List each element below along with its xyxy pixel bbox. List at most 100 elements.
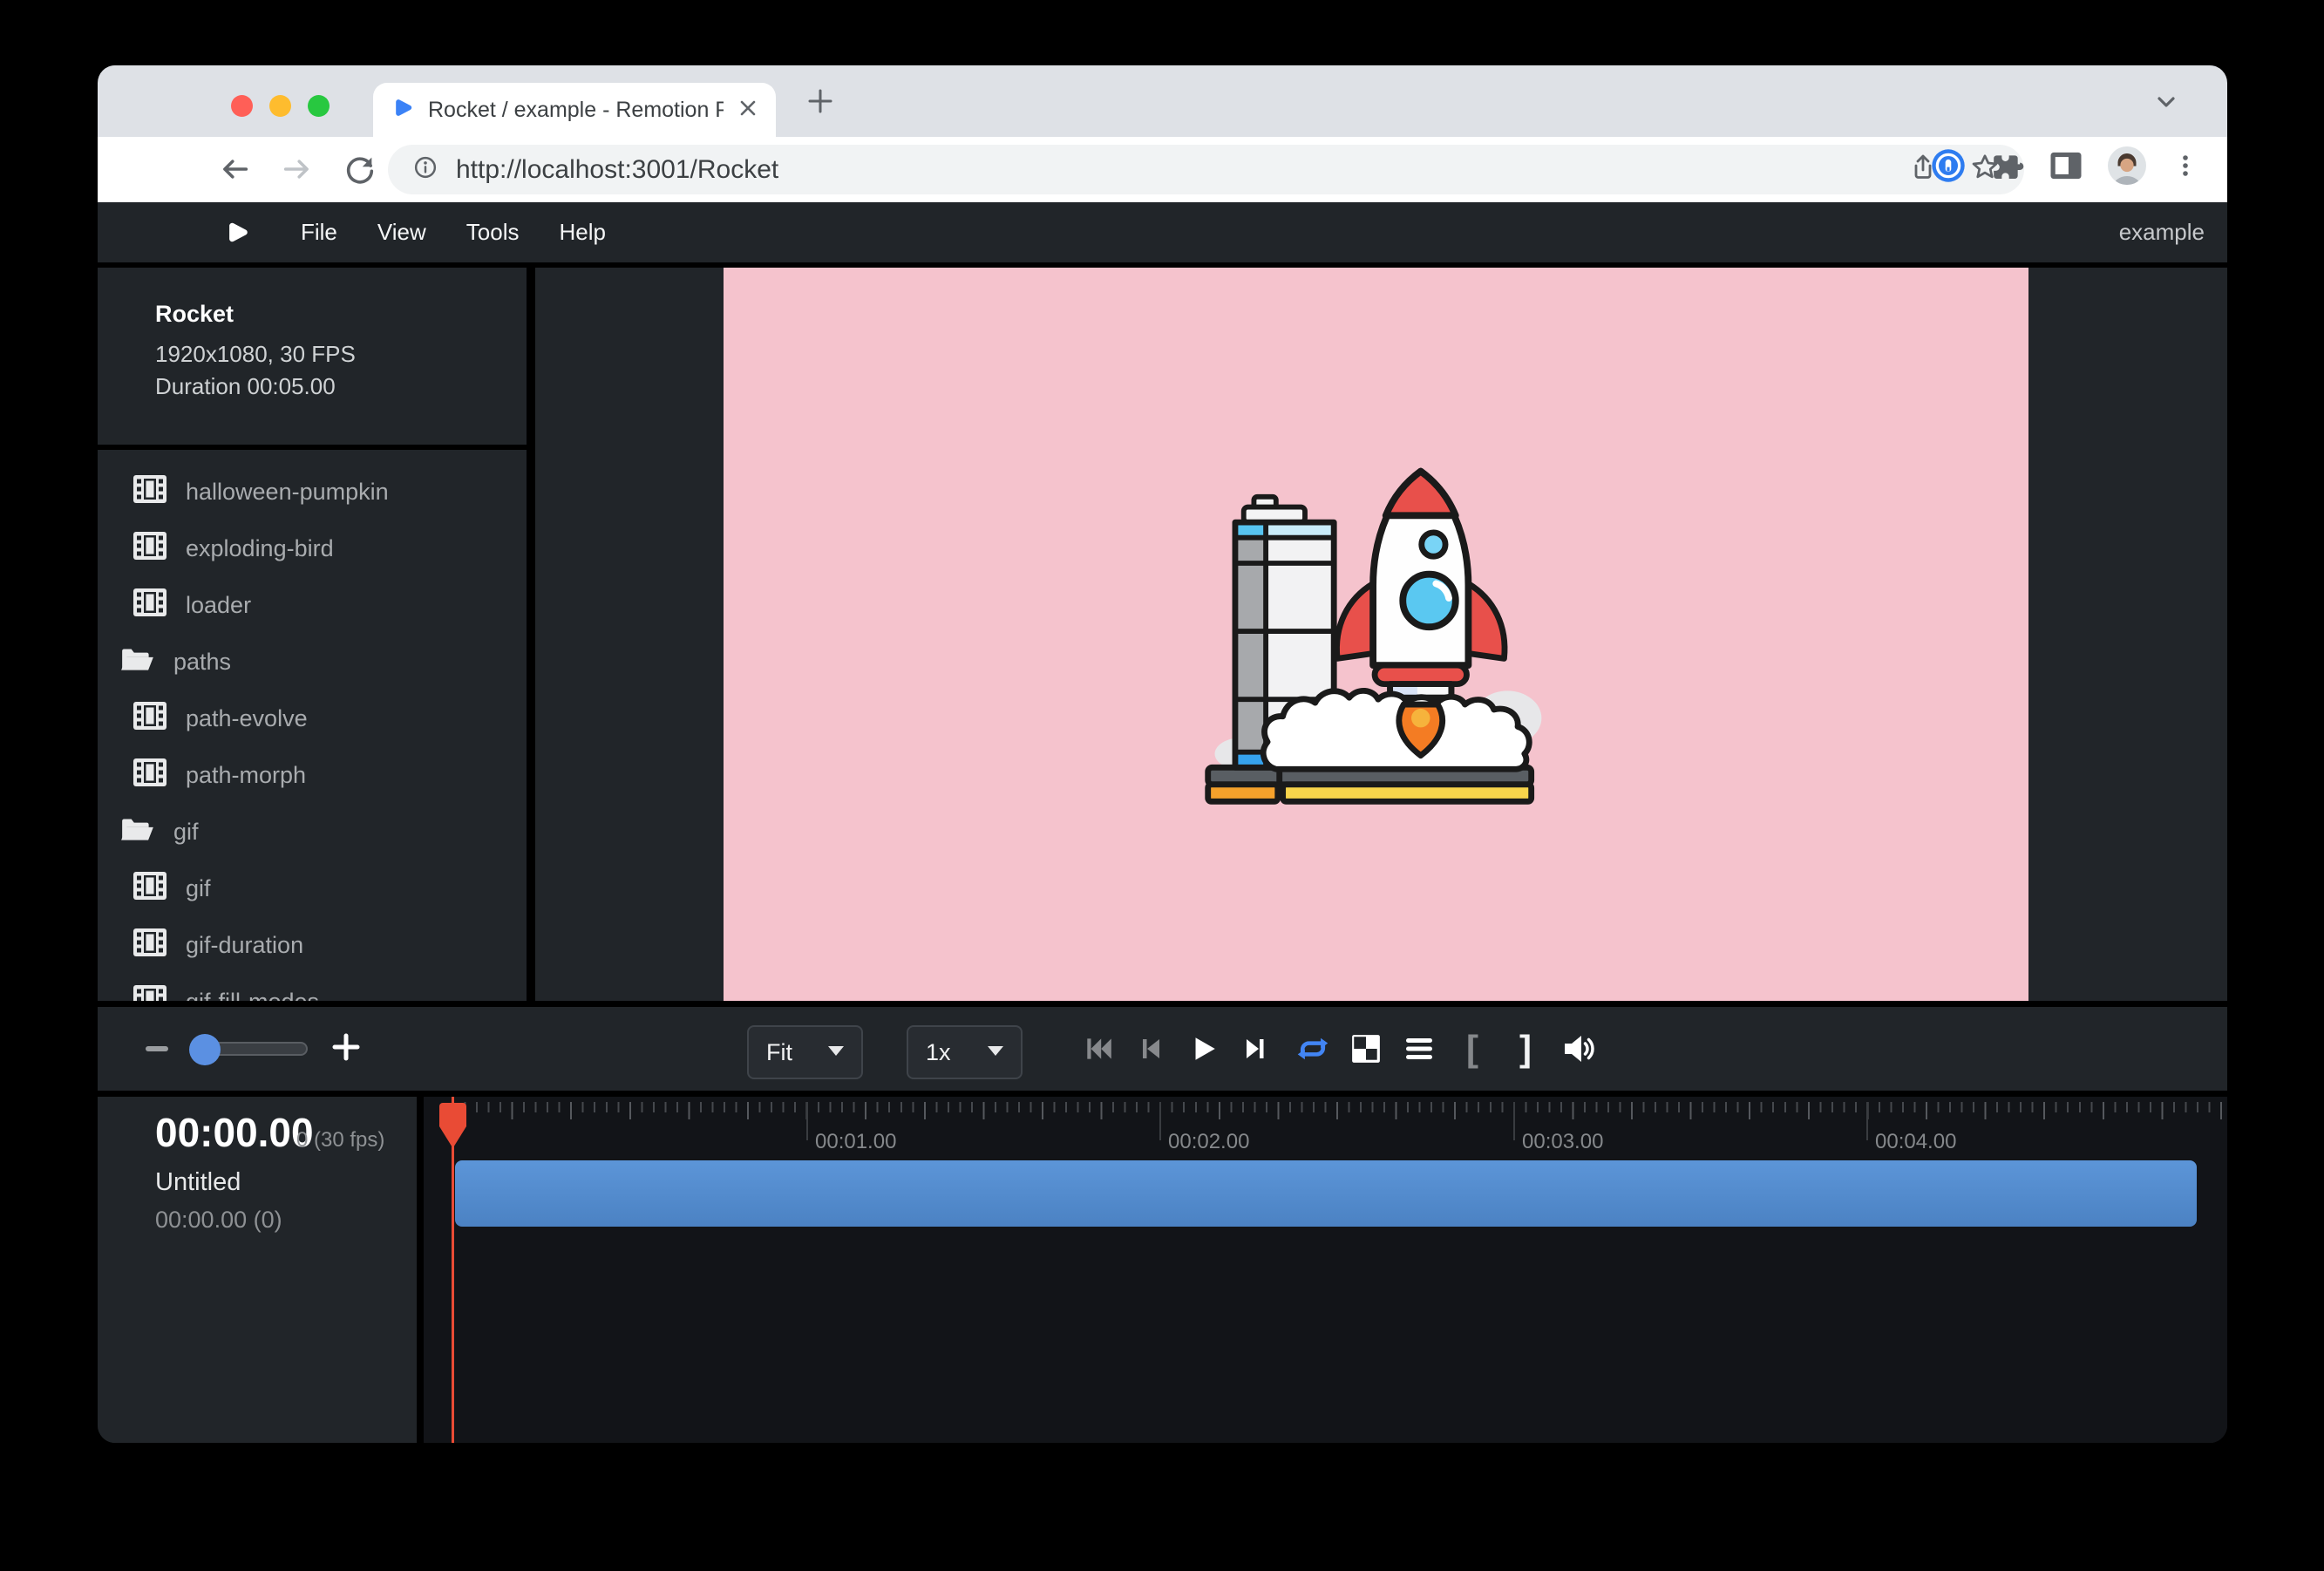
composition-label: loader	[186, 592, 251, 619]
menu-file[interactable]: File	[301, 219, 337, 246]
browser-menu-kebab-icon[interactable]	[2170, 148, 2201, 187]
composition-duration: Duration 00:05.00	[155, 371, 527, 403]
composition-item-gif-fill-modes[interactable]: gif-fill-modes	[98, 974, 527, 1001]
ruler-second-tick	[1159, 1102, 1161, 1140]
composition-item-loader[interactable]: loader	[98, 577, 527, 634]
rocket-illustration	[1198, 456, 1555, 813]
preview-area	[535, 268, 2227, 1001]
close-window-button[interactable]	[231, 95, 253, 117]
composition-item-path-evolve[interactable]: path-evolve	[98, 690, 527, 747]
timeline-zoom-slider[interactable]	[193, 1042, 308, 1056]
loop-icon[interactable]	[1295, 1032, 1330, 1065]
composition-item-gif-duration[interactable]: gif-duration	[98, 917, 527, 974]
composition-item-exploding-bird[interactable]: exploding-bird	[98, 520, 527, 577]
timeline-sequence-bar[interactable]	[455, 1160, 2197, 1227]
composition-label: gif	[186, 875, 211, 902]
next-frame-icon[interactable]	[1238, 1033, 1273, 1064]
previous-frame-icon[interactable]	[1133, 1033, 1168, 1064]
film-icon	[133, 928, 166, 962]
profile-avatar[interactable]	[2107, 146, 2147, 190]
ruler-second-tick	[806, 1102, 808, 1140]
current-time: 00:00.00	[155, 1109, 314, 1156]
ruler-label: 00:04.00	[1875, 1130, 1956, 1154]
menu-view[interactable]: View	[377, 219, 426, 246]
timeline-divider	[417, 1097, 424, 1443]
composition-resolution: 1920x1080, 30 FPS	[155, 338, 527, 371]
composition-item-halloween-pumpkin[interactable]: halloween-pumpkin	[98, 464, 527, 520]
remotion-menubar: File View Tools Help example	[98, 202, 2227, 268]
composition-title: Rocket	[155, 301, 527, 328]
new-tab-button[interactable]	[800, 81, 840, 121]
composition-label: exploding-bird	[186, 535, 334, 562]
maximize-window-button[interactable]	[308, 95, 330, 117]
in-point-bracket-icon[interactable]: [	[1455, 1031, 1490, 1066]
ruler-second-tick	[1866, 1102, 1868, 1140]
compositions-sidebar: Rocket 1920x1080, 30 FPS Duration 00:05.…	[98, 268, 527, 1001]
chevron-down-icon	[988, 1044, 1003, 1060]
playback-speed-value: 1x	[926, 1039, 951, 1066]
film-icon	[133, 872, 166, 906]
play-icon[interactable]	[1186, 1033, 1220, 1064]
video-canvas[interactable]	[724, 268, 2028, 1001]
folder-item-gif[interactable]: gif	[98, 804, 527, 860]
playhead-handle[interactable]	[438, 1102, 467, 1153]
film-icon	[133, 758, 166, 792]
timeline-info-panel: 00:00.00 0 (30 fps) Untitled 00:00.00 (0…	[98, 1097, 417, 1443]
side-panel-icon[interactable]	[2048, 148, 2084, 187]
timeline-zoom-slider-thumb[interactable]	[189, 1034, 221, 1065]
chevron-down-icon	[828, 1044, 844, 1060]
tab-title: Rocket / example - Remotion P	[428, 98, 724, 123]
menu-tools[interactable]: Tools	[466, 219, 520, 246]
composition-label: path-morph	[186, 762, 306, 789]
film-icon	[133, 588, 166, 622]
project-name-label: example	[2119, 219, 2205, 246]
ruler-second-tick	[1513, 1102, 1515, 1140]
volume-icon[interactable]	[1561, 1030, 1596, 1067]
folder-item-paths[interactable]: paths	[98, 634, 527, 690]
minimize-window-button[interactable]	[269, 95, 291, 117]
timeline-rows-icon[interactable]	[1402, 1034, 1437, 1064]
film-icon	[133, 702, 166, 736]
browser-tab[interactable]: Rocket / example - Remotion P	[373, 83, 776, 137]
timeline-zoom-in-icon[interactable]	[332, 1033, 360, 1065]
film-icon	[133, 532, 166, 566]
current-frame-info: 0 (30 fps)	[296, 1128, 384, 1153]
playback-speed-dropdown[interactable]: 1x	[907, 1025, 1023, 1079]
ruler-label: 00:03.00	[1522, 1130, 1603, 1154]
ruler-label: 00:01.00	[815, 1130, 896, 1154]
folder-open-icon	[119, 814, 156, 850]
canvas-size-value: Fit	[766, 1039, 792, 1066]
composition-item-path-morph[interactable]: path-morph	[98, 747, 527, 804]
tab-search-chevron-icon[interactable]	[2151, 86, 2182, 122]
ruler-mid-ticks	[452, 1102, 2227, 1119]
onepassword-extension-icon[interactable]	[1929, 146, 1967, 189]
tab-close-icon[interactable]	[737, 98, 758, 123]
canvas-size-dropdown[interactable]: Fit	[747, 1025, 863, 1079]
address-bar[interactable]: http://localhost:3001/Rocket	[388, 145, 2024, 194]
timeline-track-area[interactable]: 00:01.00 00:02.00 00:03.00 00:04.00	[424, 1097, 2227, 1443]
out-point-bracket-icon[interactable]: ]	[1508, 1031, 1543, 1066]
playback-controls-bar: Fit 1x	[98, 1001, 2227, 1097]
composition-list: halloween-pumpkin exploding-bird loader …	[98, 450, 527, 1001]
back-icon[interactable]	[214, 149, 255, 189]
composition-item-gif[interactable]: gif	[98, 860, 527, 917]
main-area: Rocket 1920x1080, 30 FPS Duration 00:05.…	[98, 268, 2227, 1001]
reload-icon[interactable]	[340, 149, 380, 189]
skip-to-start-icon[interactable]	[1081, 1033, 1116, 1064]
url-text[interactable]: http://localhost:3001/Rocket	[456, 155, 1892, 185]
composition-label: halloween-pumpkin	[186, 479, 389, 506]
remotion-favicon-icon	[391, 96, 414, 124]
traffic-lights	[231, 95, 330, 117]
browser-toolbar: http://localhost:3001/Rocket	[98, 137, 2227, 202]
site-info-icon[interactable]	[411, 153, 440, 187]
extensions-puzzle-icon[interactable]	[1990, 148, 2025, 187]
forward-icon[interactable]	[277, 149, 317, 189]
menu-help[interactable]: Help	[560, 219, 606, 246]
transparency-checkerboard-icon[interactable]	[1349, 1033, 1383, 1064]
remotion-logo-icon[interactable]	[223, 219, 250, 246]
composition-label: path-evolve	[186, 705, 308, 732]
sidebar-preview-divider[interactable]	[527, 268, 535, 1001]
timeline-zoom-out-icon[interactable]	[146, 1041, 168, 1057]
film-icon	[133, 985, 166, 1001]
folder-label: paths	[173, 649, 231, 676]
